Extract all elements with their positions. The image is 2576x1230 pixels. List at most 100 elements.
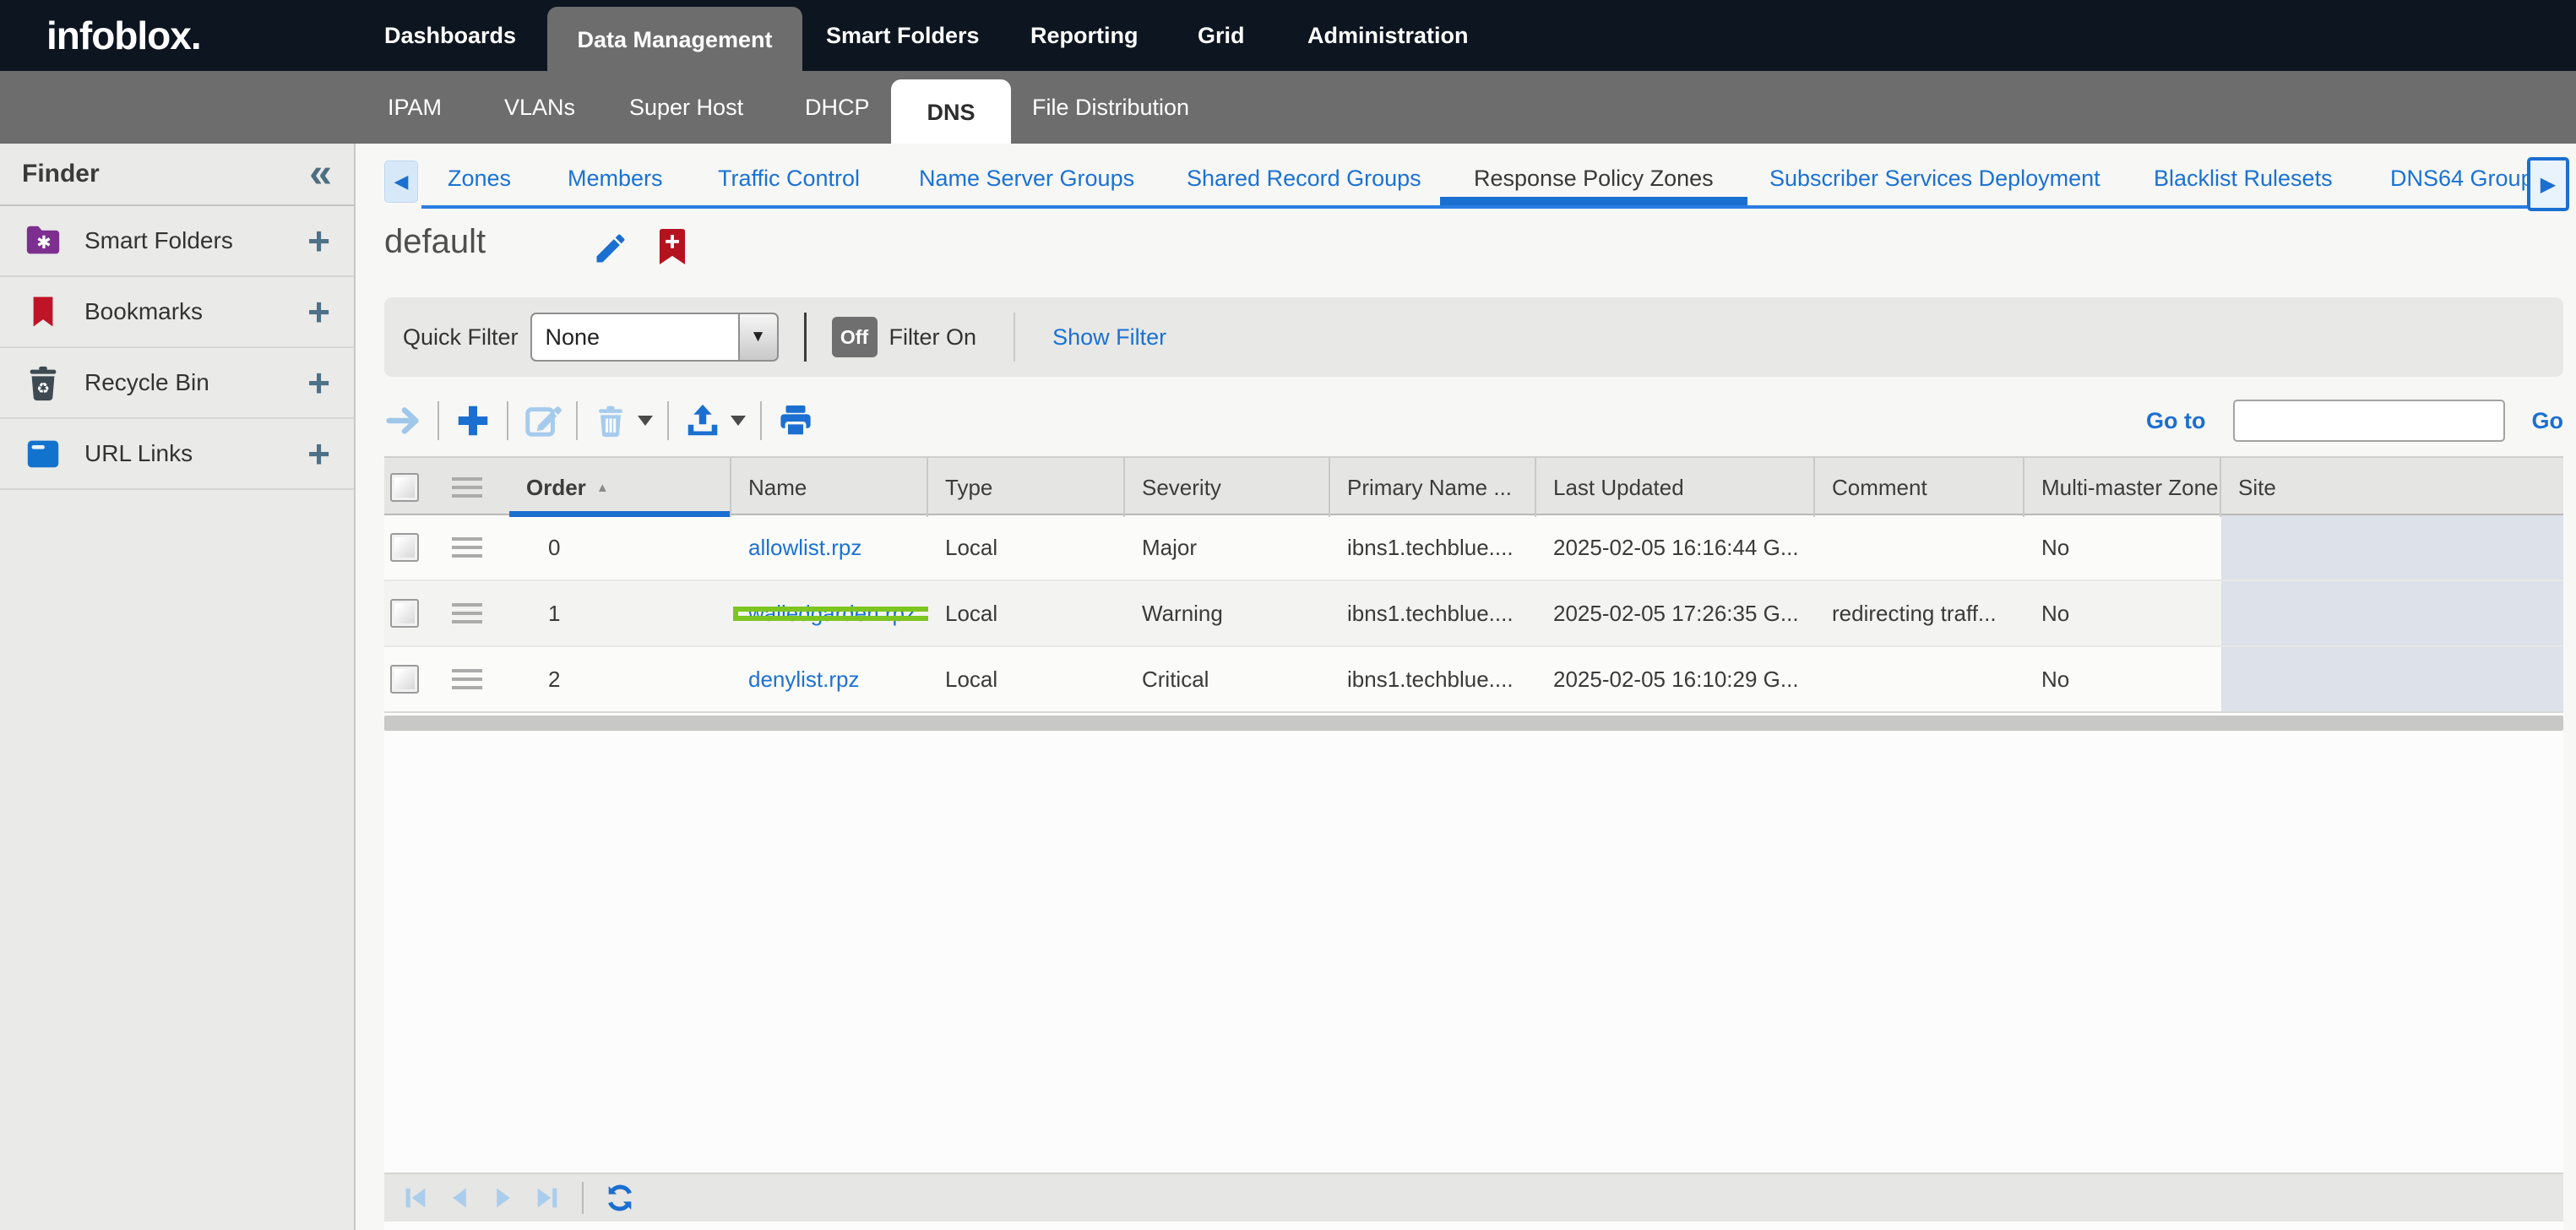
goto-input[interactable]: [2233, 400, 2505, 442]
table-row[interactable]: 2 denylist.rpz Local Critical ibns1.tech…: [384, 647, 2563, 713]
header-drag-cell: [425, 458, 509, 517]
add-recycle-bin-button[interactable]: +: [307, 360, 330, 405]
previous-page-icon[interactable]: [445, 1184, 474, 1212]
quick-filter-select[interactable]: None ▼: [530, 313, 779, 362]
tab-name-server-groups[interactable]: Name Server Groups: [919, 166, 1134, 192]
svg-text:♻: ♻: [36, 380, 49, 397]
divider: [1014, 313, 1015, 362]
cell-last-updated: 2025-02-05 16:16:44 G...: [1536, 535, 1815, 561]
column-header-name[interactable]: Name: [731, 458, 928, 517]
sidebar-item-smart-folders[interactable]: ✱ Smart Folders +: [0, 206, 354, 277]
last-page-icon[interactable]: [533, 1184, 562, 1212]
chevron-down-icon[interactable]: ▼: [738, 313, 779, 362]
import-menu-caret-icon[interactable]: [731, 416, 746, 426]
goto-button[interactable]: Go: [2532, 408, 2564, 434]
column-header-comment[interactable]: Comment: [1815, 458, 2024, 517]
divider: [804, 313, 807, 362]
forward-arrow-icon[interactable]: [384, 401, 423, 440]
sidebar-collapse-icon[interactable]: «: [309, 157, 332, 191]
zone-link[interactable]: denylist.rpz: [731, 667, 928, 693]
refresh-icon[interactable]: [604, 1182, 636, 1214]
drag-handle-icon: [452, 477, 482, 498]
column-header-order[interactable]: Order ▲: [509, 458, 731, 517]
topnav-smart-folders[interactable]: Smart Folders: [826, 0, 980, 71]
cell-multi-master-zone: No: [2024, 601, 2221, 627]
table-row[interactable]: 1 walledgarden.rpz Local Warning ibns1.t…: [384, 581, 2563, 647]
column-header-type[interactable]: Type: [928, 458, 1125, 517]
row-drag-handle[interactable]: [452, 537, 482, 558]
add-bookmark-icon[interactable]: [655, 226, 690, 267]
edit-icon[interactable]: [523, 401, 562, 440]
edit-title-icon[interactable]: [592, 230, 629, 267]
horizontal-scrollbar[interactable]: [384, 716, 2563, 731]
column-header-site[interactable]: Site: [2221, 458, 2563, 517]
add-smart-folder-button[interactable]: +: [307, 218, 330, 264]
next-page-icon[interactable]: [489, 1184, 518, 1212]
import-icon[interactable]: [683, 401, 722, 440]
sidebar-item-label: Smart Folders: [84, 227, 233, 254]
cell-primary-name: ibns1.techblue....: [1330, 667, 1536, 693]
tab-shared-record-groups[interactable]: Shared Record Groups: [1187, 166, 1421, 192]
first-page-icon[interactable]: [401, 1184, 430, 1212]
cell-type: Local: [928, 535, 1125, 561]
tab-subscriber-services-deployment[interactable]: Subscriber Services Deployment: [1769, 166, 2100, 192]
tab-traffic-control[interactable]: Traffic Control: [718, 166, 860, 192]
zone-link[interactable]: allowlist.rpz: [731, 535, 928, 561]
subnav-file-distribution[interactable]: File Distribution: [1032, 71, 1189, 144]
divider: [582, 1182, 584, 1214]
divider: [760, 401, 762, 440]
topnav-grid[interactable]: Grid: [1198, 0, 1245, 71]
column-header-primary-name[interactable]: Primary Name ...: [1330, 458, 1536, 517]
topnav-dashboards[interactable]: Dashboards: [384, 0, 516, 71]
recycle-bin-icon: ♻: [24, 363, 62, 402]
tab-members[interactable]: Members: [568, 166, 663, 192]
rpz-table-panel: Order ▲ Name Type Severity Primary Name …: [384, 456, 2563, 1230]
tab-blacklist-rulesets[interactable]: Blacklist Rulesets: [2154, 166, 2333, 192]
quick-filter-bar: Quick Filter None ▼ Off Filter On Show F…: [384, 297, 2563, 377]
subnav-dhcp[interactable]: DHCP: [805, 71, 870, 144]
cell-site: [2221, 647, 2563, 711]
add-url-link-button[interactable]: +: [307, 431, 330, 476]
subnav-super-host[interactable]: Super Host: [629, 71, 743, 144]
delete-menu-caret-icon[interactable]: [638, 416, 653, 426]
row-checkbox[interactable]: [390, 533, 419, 562]
tab-dns64-group[interactable]: DNS64 Group: [2390, 166, 2534, 192]
sort-ascending-icon: ▲: [596, 481, 609, 495]
row-drag-handle[interactable]: [452, 603, 482, 623]
sidebar-item-url-links[interactable]: URL Links +: [0, 419, 354, 490]
zone-link-highlighted[interactable]: walledgarden.rpz: [731, 601, 928, 627]
divider: [507, 401, 508, 440]
delete-icon[interactable]: [592, 401, 629, 440]
add-bookmark-button[interactable]: +: [307, 289, 330, 335]
sidebar-item-recycle-bin[interactable]: ♻ Recycle Bin +: [0, 348, 354, 419]
tab-scroll-left-button[interactable]: ◀: [384, 161, 418, 203]
print-icon[interactable]: [776, 401, 815, 440]
show-filter-link[interactable]: Show Filter: [1052, 324, 1166, 351]
header-checkbox-cell: [384, 458, 425, 517]
row-checkbox[interactable]: [390, 599, 419, 628]
table-toolbar: Go to Go: [384, 389, 2563, 453]
subnav-vlans[interactable]: VLANs: [504, 71, 575, 144]
smart-folders-icon: ✱: [24, 221, 62, 260]
column-header-last-updated[interactable]: Last Updated: [1536, 458, 1815, 517]
filter-toggle-button[interactable]: Off: [832, 317, 878, 357]
cell-type: Local: [928, 601, 1125, 627]
topnav-administration[interactable]: Administration: [1307, 0, 1469, 71]
tab-zones[interactable]: Zones: [448, 166, 511, 192]
cell-order: 0: [509, 535, 731, 561]
topnav-data-management[interactable]: Data Management: [547, 7, 802, 71]
add-icon[interactable]: [454, 401, 492, 440]
tab-scroll-right-button[interactable]: ▶: [2527, 157, 2569, 211]
tabstrip-underline: [421, 205, 2527, 209]
column-header-severity[interactable]: Severity: [1125, 458, 1330, 517]
subnav-dns[interactable]: DNS: [891, 79, 1011, 144]
tab-response-policy-zones[interactable]: Response Policy Zones: [1474, 166, 1714, 192]
column-header-multi-master-zone[interactable]: Multi-master Zone: [2024, 458, 2221, 517]
row-drag-handle[interactable]: [452, 669, 482, 689]
select-all-checkbox[interactable]: [390, 473, 419, 502]
row-checkbox[interactable]: [390, 665, 419, 694]
topnav-reporting[interactable]: Reporting: [1030, 0, 1139, 71]
subnav-ipam[interactable]: IPAM: [388, 71, 442, 144]
table-row[interactable]: 0 allowlist.rpz Local Major ibns1.techbl…: [384, 515, 2563, 581]
sidebar-item-bookmarks[interactable]: Bookmarks +: [0, 277, 354, 348]
